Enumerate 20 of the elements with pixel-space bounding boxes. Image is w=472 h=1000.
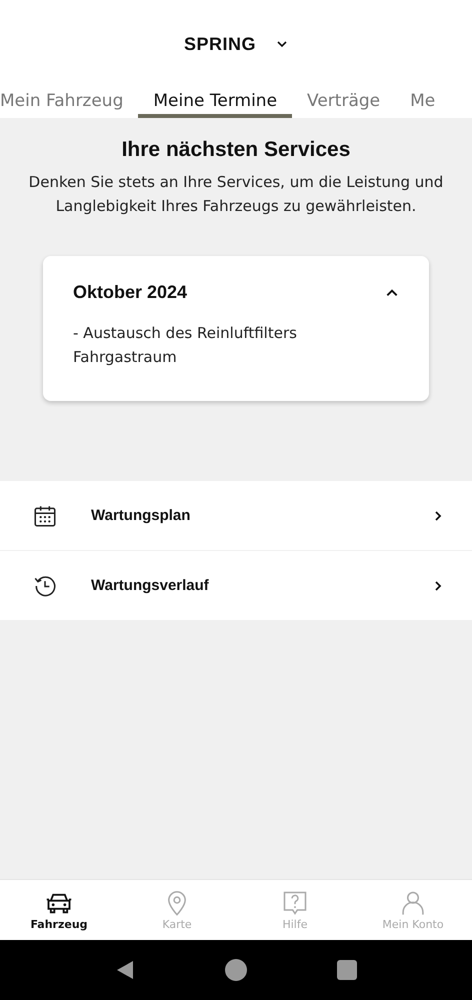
- vehicle-title[interactable]: SPRING: [184, 34, 256, 54]
- tab[interactable]: Meine Termine: [138, 88, 292, 118]
- help-icon: [281, 889, 309, 917]
- home-icon[interactable]: [225, 959, 247, 981]
- tab[interactable]: Me: [395, 88, 450, 118]
- nav-item[interactable]: Mein Konto: [354, 880, 472, 940]
- nav-item[interactable]: Karte: [118, 880, 236, 940]
- menu-label: Wartungsverlauf: [91, 577, 210, 594]
- intro-text: Denken Sie stets an Ihre Services, um die Leistung und Langlebigkeit Ihres Fahrzeugs zu gewährleisten.: [28, 172, 444, 217]
- nav-item[interactable]: Fahrzeug: [0, 880, 118, 940]
- nav-item[interactable]: Hilfe: [236, 880, 354, 940]
- tab[interactable]: Verträge: [292, 88, 396, 118]
- menu-label: Wartungsplan: [91, 507, 192, 524]
- service-item: - Austausch des Reinluftfilters Fahrgastraum: [73, 323, 298, 368]
- card-title: Oktober 2024: [73, 282, 188, 303]
- back-icon[interactable]: [115, 959, 135, 981]
- menu-row[interactable]: Wartungsverlauf: [0, 551, 472, 620]
- menu-row[interactable]: Wartungsplan: [0, 481, 472, 550]
- tab[interactable]: Mein Fahrzeug: [0, 88, 138, 118]
- section-heading: Ihre nächsten Services: [120, 138, 352, 162]
